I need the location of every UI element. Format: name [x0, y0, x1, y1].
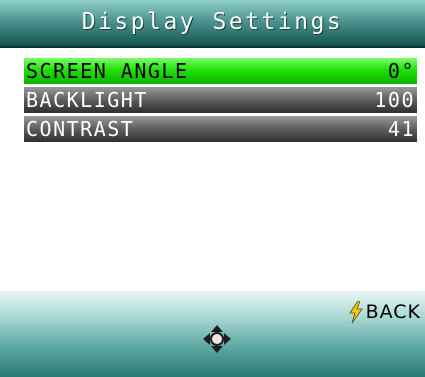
menu-item-value: 100	[374, 88, 415, 112]
title-bar: Display Settings	[0, 0, 425, 48]
menu-item-backlight[interactable]: BACKLIGHT 100	[24, 87, 417, 113]
menu-item-contrast[interactable]: CONTRAST 41	[24, 116, 417, 142]
back-button[interactable]: BACK	[348, 299, 421, 325]
menu-item-label: CONTRAST	[26, 117, 135, 141]
menu-item-label: BACKLIGHT	[26, 88, 148, 112]
menu-item-value: 41	[387, 117, 415, 141]
back-label: BACK	[365, 301, 421, 323]
softkey-bar: BACK	[0, 291, 425, 377]
dpad-icon[interactable]	[202, 324, 232, 354]
menu-item-label: SCREEN ANGLE	[26, 59, 189, 83]
lightning-bolt-icon	[348, 301, 363, 323]
display-settings-screen: Display Settings SCREEN ANGLE 0° BACKLIG…	[0, 0, 425, 377]
page-title: Display Settings	[81, 9, 344, 35]
menu-item-screen-angle[interactable]: SCREEN ANGLE 0°	[24, 58, 417, 84]
menu-item-value: 0°	[387, 59, 415, 83]
settings-menu: SCREEN ANGLE 0° BACKLIGHT 100 CONTRAST 4…	[24, 58, 417, 145]
